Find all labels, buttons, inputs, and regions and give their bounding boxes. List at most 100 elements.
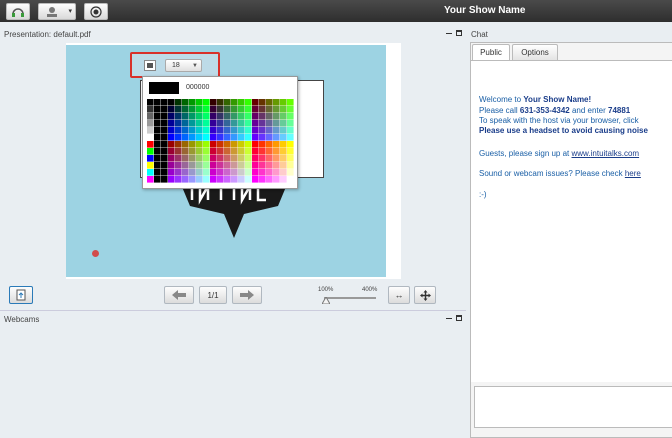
color-swatch[interactable] (168, 169, 175, 176)
color-swatch[interactable] (245, 120, 252, 127)
zoom-slider-thumb[interactable] (322, 297, 330, 304)
guests-link[interactable]: www.intuitalks.com (572, 149, 640, 158)
color-swatch[interactable] (175, 99, 182, 106)
color-swatch[interactable] (252, 148, 259, 155)
color-swatch[interactable] (252, 120, 259, 127)
color-swatch[interactable] (259, 169, 266, 176)
color-swatch[interactable] (238, 127, 245, 134)
color-swatch[interactable] (266, 127, 273, 134)
color-swatch[interactable] (273, 113, 280, 120)
color-swatch[interactable] (280, 141, 287, 148)
color-swatch[interactable] (280, 113, 287, 120)
color-swatch[interactable] (154, 106, 161, 113)
color-swatch[interactable] (224, 155, 231, 162)
color-swatch[interactable] (273, 120, 280, 127)
color-swatch[interactable] (168, 148, 175, 155)
color-swatch[interactable] (203, 162, 210, 169)
chat-input[interactable] (474, 386, 672, 428)
color-swatch[interactable] (287, 169, 294, 176)
color-swatch[interactable] (273, 148, 280, 155)
color-swatch[interactable] (217, 106, 224, 113)
color-swatch[interactable] (196, 162, 203, 169)
color-swatch[interactable] (245, 169, 252, 176)
color-swatch[interactable] (210, 106, 217, 113)
color-swatch[interactable] (238, 120, 245, 127)
color-swatch[interactable] (238, 106, 245, 113)
color-swatch[interactable] (154, 148, 161, 155)
color-swatch[interactable] (252, 99, 259, 106)
color-swatch[interactable] (231, 99, 238, 106)
headset-button[interactable] (6, 3, 30, 20)
color-swatch[interactable] (175, 176, 182, 183)
color-swatch[interactable] (210, 99, 217, 106)
color-swatch[interactable] (189, 169, 196, 176)
color-swatch[interactable] (280, 120, 287, 127)
color-swatch[interactable] (217, 127, 224, 134)
color-swatch[interactable] (259, 99, 266, 106)
font-size-select[interactable]: 18 ▼ (165, 59, 202, 72)
color-swatch[interactable] (168, 155, 175, 162)
color-swatch[interactable] (189, 120, 196, 127)
color-swatch[interactable] (161, 141, 168, 148)
color-swatch[interactable] (287, 120, 294, 127)
color-swatch[interactable] (231, 134, 238, 141)
color-swatch[interactable] (154, 127, 161, 134)
color-swatch[interactable] (161, 113, 168, 120)
color-swatch[interactable] (189, 113, 196, 120)
color-swatch[interactable] (231, 120, 238, 127)
color-swatch[interactable] (182, 120, 189, 127)
color-swatch[interactable] (210, 120, 217, 127)
color-swatch[interactable] (259, 162, 266, 169)
color-swatch[interactable] (175, 113, 182, 120)
color-swatch[interactable] (182, 106, 189, 113)
color-swatch[interactable] (196, 120, 203, 127)
color-swatch[interactable] (189, 134, 196, 141)
color-swatch[interactable] (287, 148, 294, 155)
color-swatch[interactable] (147, 134, 154, 141)
color-swatch[interactable] (182, 176, 189, 183)
color-grid[interactable] (147, 97, 295, 187)
color-swatch[interactable] (196, 141, 203, 148)
color-swatch[interactable] (280, 99, 287, 106)
color-swatch[interactable] (217, 120, 224, 127)
color-swatch[interactable] (287, 99, 294, 106)
color-swatch[interactable] (273, 127, 280, 134)
color-swatch[interactable] (147, 120, 154, 127)
color-swatch[interactable] (147, 162, 154, 169)
color-swatch[interactable] (252, 141, 259, 148)
color-swatch[interactable] (189, 176, 196, 183)
color-swatch[interactable] (231, 113, 238, 120)
color-swatch[interactable] (196, 148, 203, 155)
color-swatch[interactable] (182, 162, 189, 169)
color-swatch[interactable] (217, 134, 224, 141)
color-swatch[interactable] (238, 155, 245, 162)
color-swatch[interactable] (273, 169, 280, 176)
next-page-button[interactable] (232, 286, 262, 304)
color-swatch[interactable] (154, 155, 161, 162)
color-swatch[interactable] (266, 141, 273, 148)
color-swatch[interactable] (280, 148, 287, 155)
color-swatch[interactable] (259, 148, 266, 155)
color-swatch[interactable] (231, 127, 238, 134)
color-swatch[interactable] (266, 162, 273, 169)
color-swatch[interactable] (224, 176, 231, 183)
color-swatch[interactable] (266, 106, 273, 113)
color-swatch[interactable] (245, 155, 252, 162)
color-swatch[interactable] (280, 169, 287, 176)
color-swatch[interactable] (280, 176, 287, 183)
color-swatch[interactable] (203, 141, 210, 148)
color-swatch[interactable] (182, 113, 189, 120)
color-swatch[interactable] (161, 106, 168, 113)
color-swatch[interactable] (147, 141, 154, 148)
color-swatch[interactable] (203, 113, 210, 120)
color-swatch[interactable] (210, 148, 217, 155)
color-swatch[interactable] (231, 106, 238, 113)
color-swatch[interactable] (259, 141, 266, 148)
color-swatch[interactable] (154, 141, 161, 148)
color-swatch[interactable] (217, 176, 224, 183)
color-swatch[interactable] (287, 141, 294, 148)
color-swatch[interactable] (224, 134, 231, 141)
color-swatch[interactable] (154, 113, 161, 120)
color-swatch[interactable] (210, 176, 217, 183)
color-swatch[interactable] (287, 106, 294, 113)
